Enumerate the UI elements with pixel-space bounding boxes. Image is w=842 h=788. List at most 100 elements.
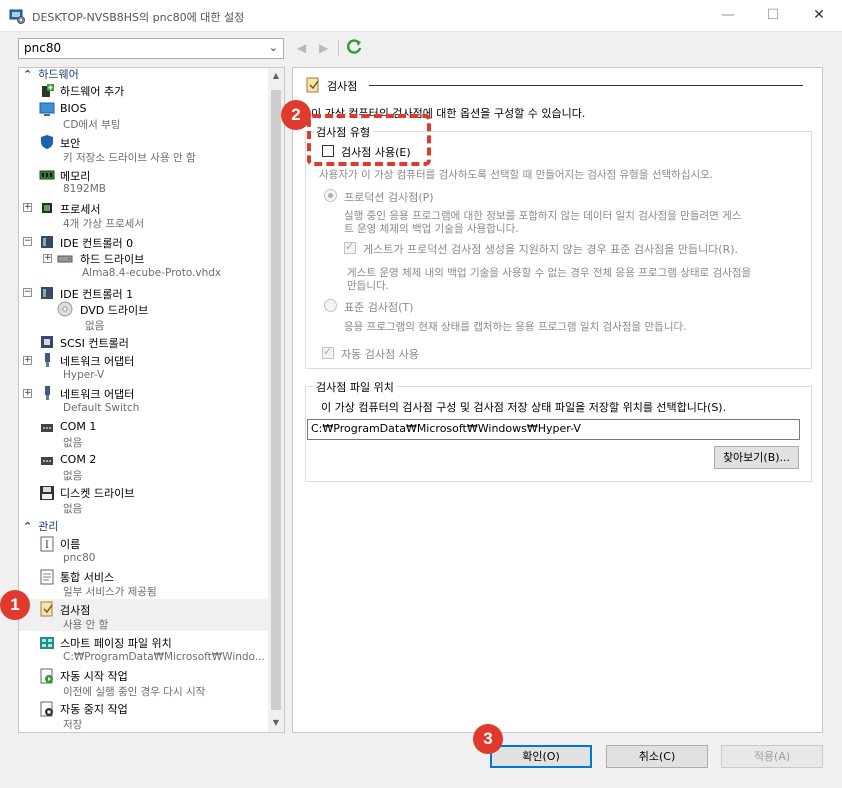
tree-item-dvd-drive[interactable]: DVD 드라이브 [80,302,148,318]
standard-checkpoint-radio[interactable] [324,299,337,312]
tree-item-checkpoints-sub: 사용 안 함 [63,619,109,631]
tree-item-bios[interactable]: BIOS [60,102,86,115]
tree-item-smart-paging[interactable]: 스마트 페이징 파일 위치 [60,635,172,651]
hyperv-settings-icon [9,9,25,24]
toolbar-separator [338,40,339,56]
chevron-down-icon: ⌄ [268,41,278,54]
location-description: 이 가상 컴퓨터의 검사점 구성 및 검사점 저장 상태 파일을 저장할 위치를… [321,401,727,414]
tree-item-memory-sub: 8192MB [63,183,106,195]
collapse-ide0-button[interactable]: − [23,237,32,246]
tree-item-memory[interactable]: 메모리 [60,168,90,184]
annotation-badge-3: 3 [473,724,503,754]
network-adapter-icon [45,386,50,400]
expand-processor-button[interactable]: + [23,203,32,212]
scrollbar-thumb[interactable] [271,90,281,710]
annotation-badge-2: 2 [281,100,311,130]
tree-item-processor[interactable]: 프로세서 [60,201,100,217]
section-hardware[interactable]: ⌃ 하드웨어 [23,68,79,82]
cancel-button[interactable]: 취소(C) [606,745,708,768]
tree-item-nic1[interactable]: 네트워크 어댑터 [60,353,134,369]
collapse-ide1-button[interactable]: − [23,288,32,297]
tree-item-ide0[interactable]: IDE 컨트롤러 0 [60,235,133,251]
tree-item-scsi[interactable]: SCSI 컨트롤러 [60,335,129,351]
standard-checkpoint-label[interactable]: 표준 검사점(T) [344,299,413,315]
tree-item-com1-sub: 없음 [63,437,83,449]
previous-arrow-icon[interactable]: ◀ [297,41,306,55]
ide-controller-icon [41,236,53,248]
scroll-down-arrow-icon[interactable]: ▼ [268,718,284,727]
next-arrow-icon[interactable]: ▶ [319,41,328,55]
expand-nic1-button[interactable]: + [23,356,32,365]
checkpoint-path-input[interactable]: C:₩ProgramData₩Microsoft₩Windows₩Hyper-V [307,419,800,440]
tree-item-add-hardware[interactable]: 하드웨어 추가 [60,83,124,99]
auto-start-icon [40,668,53,684]
processor-icon [42,203,52,213]
auto-checkpoint-checkbox[interactable] [322,345,334,359]
fallback-standard-label[interactable]: 게스트가 프로덕션 검사점 생성을 지원하지 않는 경우 표준 검사점을 만듭니… [363,241,738,257]
vm-select[interactable]: pnc80 ⌄ [18,38,284,59]
standard-checkpoint-desc: 응용 프로그램의 현재 상태를 캡처하는 응용 프로그램 일치 검사점을 만듭니… [344,321,687,333]
auto-checkpoint-label[interactable]: 자동 검사점 사용 [341,346,419,362]
memory-icon [39,170,55,180]
scroll-up-arrow-icon[interactable]: ▲ [268,71,284,80]
auto-stop-icon [40,701,53,717]
checkpoint-settings-panel: 검사점 이 가상 컴퓨터의 검사점에 대한 옵션을 구성할 수 있습니다. 검사… [292,67,823,733]
fallback-standard-checkbox[interactable] [344,240,356,254]
collapse-chevron-icon: ⌃ [23,68,33,81]
tree-item-processor-sub: 4개 가상 프로세서 [63,218,144,230]
tree-item-floppy[interactable]: 디스켓 드라이브 [60,485,134,501]
title-bar: DESKTOP-NVSB8HS의 pnc80에 대한 설정 — ☐ ✕ [0,0,842,32]
minimize-button[interactable]: — [705,0,751,32]
tree-item-security-sub: 키 저장소 드라이브 사용 안 함 [63,152,196,164]
panel-title: 검사점 [327,80,358,93]
tree-item-nic2[interactable]: 네트워크 어댑터 [60,386,134,402]
expand-hdd-button[interactable]: + [43,254,52,263]
floppy-disk-icon [40,486,54,500]
tree-item-auto-start-sub: 이전에 실행 중인 경우 다시 시작 [63,686,206,698]
tree-item-checkpoints[interactable]: 검사점 [60,602,90,618]
tree-item-ide1[interactable]: IDE 컨트롤러 1 [60,286,133,302]
production-desc-line2: 트 운영 체제의 백업 기술을 사용합니다. [344,223,519,235]
annotation-badge-1: 1 [0,590,30,620]
tree-item-security[interactable]: 보안 [60,135,80,151]
bios-icon [39,102,55,116]
checkpoint-location-group-title: 검사점 파일 위치 [313,379,397,395]
close-button[interactable]: ✕ [796,0,842,32]
apply-button[interactable]: 적용(A) [721,745,823,768]
tree-item-com1[interactable]: COM 1 [60,420,96,433]
maximize-button[interactable]: ☐ [750,0,796,32]
hard-drive-icon [57,255,73,263]
production-checkpoint-label[interactable]: 프로덕션 검사점(P) [344,189,434,205]
settings-tree[interactable]: ⌃ 하드웨어 하드웨어 추가 BIOS CD에서 부팅 보안 키 저장소 드라이브… [18,67,285,733]
tree-scrollbar[interactable]: ▲ ▼ [268,68,284,732]
expand-nic2-button[interactable]: + [23,389,32,398]
scsi-controller-icon [41,336,53,348]
tree-item-integration-sub: 일부 서비스가 제공됨 [63,586,157,598]
tree-item-name[interactable]: 이름 [60,536,80,552]
tree-item-smart-paging-sub: C:₩ProgramData₩Microsoft₩Windo... [63,651,265,663]
tree-item-floppy-sub: 없음 [63,503,83,515]
browse-button[interactable]: 찾아보기(B)... [714,446,799,469]
tree-item-auto-stop[interactable]: 자동 중지 작업 [60,701,128,717]
integration-services-icon [40,569,54,585]
section-management[interactable]: ⌃ 관리 [23,518,58,534]
checkpoint-icon [40,601,53,617]
tree-item-hard-drive[interactable]: 하드 드라이브 [80,251,144,267]
vm-select-value: pnc80 [24,41,62,55]
tree-item-auto-start[interactable]: 자동 시작 작업 [60,668,128,684]
add-hardware-icon [42,84,54,97]
com-port-icon [41,457,53,465]
tree-item-integration[interactable]: 통합 서비스 [60,569,114,585]
production-checkpoint-radio[interactable] [324,189,337,202]
ok-button[interactable]: 확인(O) [490,745,592,768]
tree-item-bios-sub: CD에서 부팅 [63,119,121,131]
refresh-icon[interactable] [346,38,364,56]
com-port-icon [41,424,53,432]
section-management-label: 관리 [38,520,59,533]
name-icon: I [40,536,54,552]
tree-item-com2[interactable]: COM 2 [60,453,96,466]
checkpoint-icon [306,77,319,93]
ide-controller-icon [41,287,53,299]
tree-item-nic1-sub: Hyper-V [63,369,105,381]
selected-row-highlight [19,599,269,631]
